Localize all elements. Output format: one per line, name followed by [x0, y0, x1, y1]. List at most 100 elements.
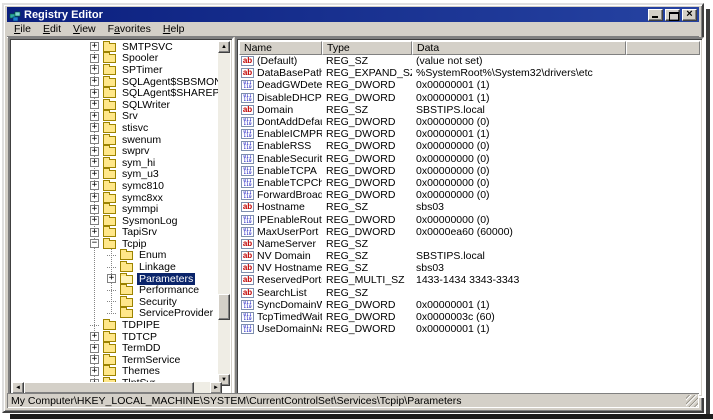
expand-box-icon[interactable]: + — [90, 42, 99, 51]
expand-box-icon[interactable]: + — [90, 65, 99, 74]
tree-item-label: SPTimer — [120, 64, 164, 76]
tree-item-srv[interactable]: +Srv — [12, 111, 222, 123]
tree-item-stisvc[interactable]: +stisvc — [12, 122, 222, 134]
tree-item-sqlagent$sbsmonitoring[interactable]: +SQLAgent$SBSMONITORING — [12, 76, 222, 88]
tree-item-sym_u3[interactable]: +sym_u3 — [12, 169, 222, 181]
value-row-enablesecurityfil-[interactable]: 011110EnableSecurityFil...REG_DWORD0x000… — [239, 153, 700, 165]
expand-box-icon[interactable]: + — [90, 89, 99, 98]
tree-item-symmpi[interactable]: +symmpi — [12, 203, 222, 215]
column-header-type[interactable]: Type — [322, 41, 412, 55]
tree-item-serviceprovider[interactable]: ServiceProvider — [12, 308, 222, 320]
menu-favorites[interactable]: Favorites — [102, 22, 157, 37]
value-row-maxuserport[interactable]: 011110MaxUserPortREG_DWORD0x0000ea60 (60… — [239, 226, 700, 238]
value-row-enablerss[interactable]: 011110EnableRSSREG_DWORD0x00000000 (0) — [239, 140, 700, 152]
value-type: REG_DWORD — [322, 214, 412, 226]
vertical-scroll-thumb[interactable] — [218, 294, 230, 320]
value-row-domain[interactable]: abDomainREG_SZSBSTIPS.local — [239, 104, 700, 116]
tree-item-smtpsvc[interactable]: +SMTPSVC — [12, 41, 222, 53]
vertical-scroll-track[interactable] — [218, 53, 230, 374]
expand-box-icon[interactable]: + — [90, 205, 99, 214]
tree-vertical-scrollbar[interactable]: ▲ ▼ — [218, 41, 230, 386]
expand-box-icon[interactable]: + — [90, 147, 99, 156]
value-row-dontadddefaultg-[interactable]: 011110DontAddDefaultG...REG_DWORD0x00000… — [239, 116, 700, 128]
value-row-forwardbroadcasts[interactable]: 011110ForwardBroadcastsREG_DWORD0x000000… — [239, 189, 700, 201]
expand-box-icon[interactable]: + — [90, 181, 99, 190]
value-row-nv-hostname[interactable]: abNV HostnameREG_SZsbs03 — [239, 262, 700, 274]
tree-item-swprv[interactable]: +swprv — [12, 145, 222, 157]
tree-item-enum[interactable]: Enum — [12, 250, 222, 262]
expand-box-icon[interactable]: + — [90, 123, 99, 132]
menu-help[interactable]: Help — [157, 22, 191, 37]
tree-item-termservice[interactable]: +TermService — [12, 354, 222, 366]
expand-box-icon[interactable]: + — [90, 158, 99, 167]
title-bar[interactable]: Registry Editor — [7, 7, 699, 22]
tree-item-themes[interactable]: +Themes — [12, 366, 222, 378]
value-row-nameserver[interactable]: abNameServerREG_SZ — [239, 238, 700, 250]
value-name: (Default) — [257, 55, 297, 67]
expand-box-icon[interactable]: + — [90, 54, 99, 63]
tree-item-termdd[interactable]: +TermDD — [12, 342, 222, 354]
value-row-ipenablerouter[interactable]: 011110IPEnableRouterREG_DWORD0x00000000 … — [239, 213, 700, 225]
registry-tree: +SMTPSVC+Spooler+SPTimer+SQLAgent$SBSMON… — [12, 41, 222, 386]
tree-item-tcpip[interactable]: −Tcpip — [12, 238, 222, 250]
tree-item-sqlagent$sharepoint[interactable]: +SQLAgent$SHAREPOINT — [12, 87, 222, 99]
expand-box-icon[interactable]: + — [90, 332, 99, 341]
value-name: NV Domain — [257, 250, 311, 262]
dword-value-icon: 011110 — [241, 80, 254, 90]
value-row-nv-domain[interactable]: abNV DomainREG_SZSBSTIPS.local — [239, 250, 700, 262]
expand-box-icon[interactable]: + — [90, 216, 99, 225]
column-header-data[interactable]: Data — [412, 41, 626, 55]
value-row-enabletcpa[interactable]: 011110EnableTCPAREG_DWORD0x00000000 (0) — [239, 165, 700, 177]
expand-box-icon[interactable]: + — [90, 170, 99, 179]
close-button-icon[interactable] — [682, 9, 697, 21]
minimize-button-icon[interactable] — [648, 9, 663, 21]
tree-item-parameters[interactable]: +Parameters — [12, 273, 222, 285]
tree-item-symc8xx[interactable]: +symc8xx — [12, 192, 222, 204]
tree-item-tapisrv[interactable]: +TapiSrv — [12, 227, 222, 239]
value-row-tcptimedwaitdelay[interactable]: 011110TcpTimedWaitDelayREG_DWORD0x000000… — [239, 311, 700, 323]
tree-item-security[interactable]: Security — [12, 296, 222, 308]
menu-edit[interactable]: Edit — [37, 22, 67, 37]
tree-item-spooler[interactable]: +Spooler — [12, 53, 222, 65]
value-row-reservedports[interactable]: abReservedPortsREG_MULTI_SZ1433-1434 334… — [239, 274, 700, 286]
value-row-enableicmpredir-[interactable]: 011110EnableICMPRedir...REG_DWORD0x00000… — [239, 128, 700, 140]
value-row-usedomainname-[interactable]: 011110UseDomainName...REG_DWORD0x0000000… — [239, 323, 700, 335]
tree-item-symc810[interactable]: +symc810 — [12, 180, 222, 192]
value-row-disabledhcpmedi-[interactable]: 011110DisableDHCPMedi...REG_DWORD0x00000… — [239, 92, 700, 104]
expand-box-icon[interactable]: + — [90, 367, 99, 376]
tree-item-performance[interactable]: Performance — [12, 284, 222, 296]
expand-box-icon[interactable]: + — [90, 228, 99, 237]
column-header-name[interactable]: Name — [239, 41, 322, 55]
value-row-hostname[interactable]: abHostnameREG_SZsbs03 — [239, 201, 700, 213]
maximize-button-icon[interactable] — [665, 9, 680, 21]
tree-item-sqlwriter[interactable]: +SQLWriter — [12, 99, 222, 111]
tree-item-tdpipe[interactable]: TDPIPE — [12, 319, 222, 331]
menu-file[interactable]: File — [8, 22, 37, 37]
tree-connector — [107, 290, 116, 291]
tree-item-swenum[interactable]: +swenum — [12, 134, 222, 146]
tree-item-sysmonlog[interactable]: +SysmonLog — [12, 215, 222, 227]
resize-grip-icon[interactable] — [686, 395, 698, 407]
value-type: REG_DWORD — [322, 177, 412, 189]
collapse-box-icon[interactable]: − — [90, 239, 99, 248]
menu-view[interactable]: View — [67, 22, 102, 37]
value-row-syncdomainwith-[interactable]: 011110SyncDomainWith...REG_DWORD0x000000… — [239, 299, 700, 311]
expand-box-icon[interactable]: + — [90, 77, 99, 86]
value-row-searchlist[interactable]: abSearchListREG_SZ — [239, 287, 700, 299]
expand-box-icon[interactable]: + — [90, 355, 99, 364]
expand-box-icon[interactable]: + — [90, 193, 99, 202]
value-row-enabletcpchimney[interactable]: 011110EnableTCPChimneyREG_DWORD0x0000000… — [239, 177, 700, 189]
expand-box-icon[interactable]: + — [107, 274, 116, 283]
value-row--default-[interactable]: ab(Default)REG_SZ(value not set) — [239, 55, 700, 67]
expand-box-icon[interactable]: + — [90, 135, 99, 144]
value-row-deadgwdetectd-[interactable]: 011110DeadGWDetectD...REG_DWORD0x0000000… — [239, 79, 700, 91]
tree-item-sym_hi[interactable]: +sym_hi — [12, 157, 222, 169]
expand-box-icon[interactable]: + — [90, 100, 99, 109]
expand-box-icon[interactable]: + — [90, 344, 99, 353]
tree-item-tdtcp[interactable]: +TDTCP — [12, 331, 222, 343]
tree-item-sptimer[interactable]: + SPTimer — [12, 64, 222, 76]
scroll-up-icon[interactable]: ▲ — [218, 41, 230, 53]
expand-box-icon[interactable]: + — [90, 112, 99, 121]
value-row-databasepath[interactable]: abDataBasePathREG_EXPAND_SZ%SystemRoot%\… — [239, 67, 700, 79]
tree-item-linkage[interactable]: Linkage — [12, 261, 222, 273]
